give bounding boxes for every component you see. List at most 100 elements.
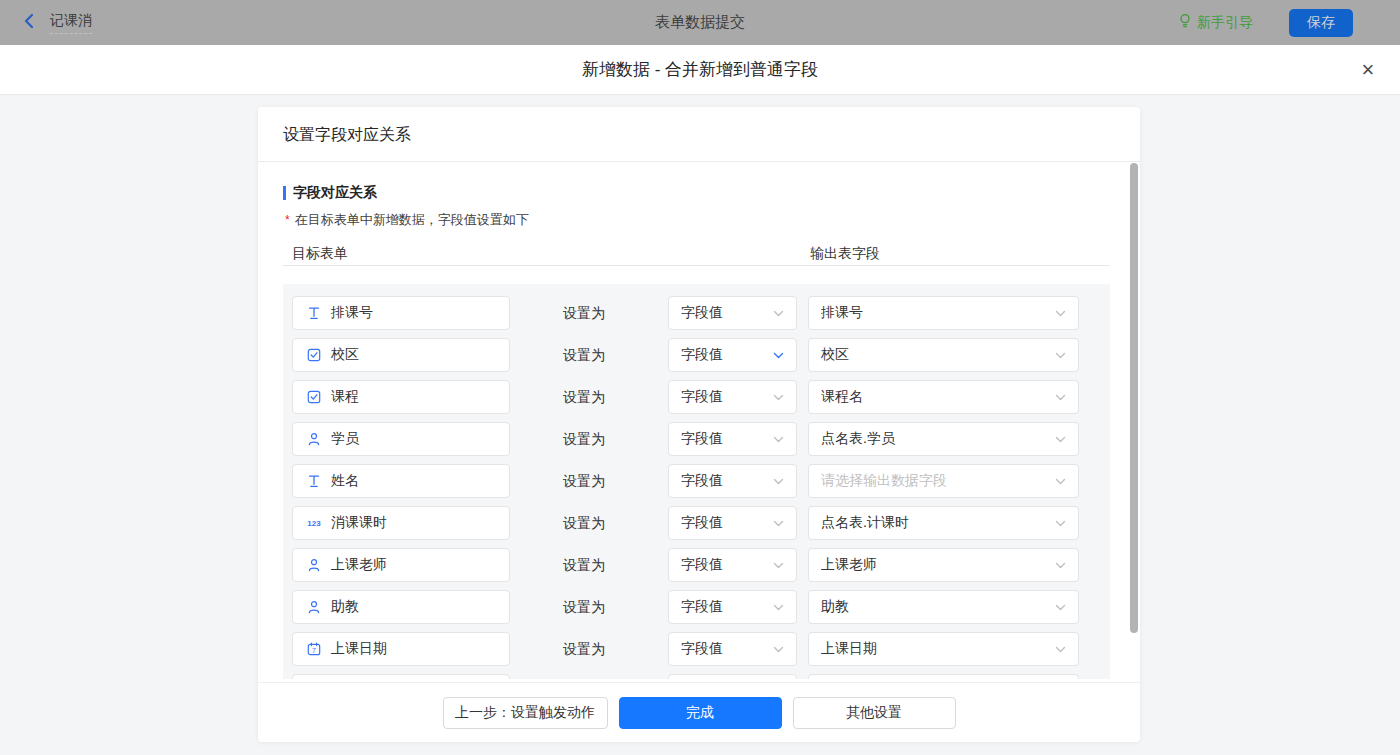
text-field-icon bbox=[305, 474, 323, 488]
save-button[interactable]: 保存 bbox=[1289, 9, 1353, 37]
beginner-guide-link[interactable]: 新手引导 bbox=[1178, 13, 1253, 32]
output-field-select-value: 上课日期 bbox=[821, 640, 1049, 658]
output-field-select-value: 助教 bbox=[821, 598, 1049, 616]
modal-header: 新增数据 - 合并新增到普通字段 × bbox=[0, 45, 1400, 95]
member-field-icon bbox=[305, 600, 323, 614]
target-field-box[interactable]: 校区 bbox=[292, 338, 510, 372]
card-footer: 上一步：设置触发动作 完成 其他设置 bbox=[258, 682, 1140, 742]
chevron-down-icon bbox=[1055, 350, 1066, 361]
target-field-label: 上课老师 bbox=[331, 556, 387, 574]
output-field-select[interactable]: 请选择输出数据字段 bbox=[808, 464, 1079, 498]
output-field-select[interactable]: 点名表.学员 bbox=[808, 422, 1079, 456]
mapping-row: 助教设置为字段值助教 bbox=[283, 590, 1110, 624]
select-field-icon bbox=[305, 390, 323, 404]
value-method-select[interactable]: 字段值 bbox=[668, 590, 797, 624]
chevron-down-icon bbox=[1055, 644, 1066, 655]
value-method-select-value: 字段值 bbox=[681, 514, 767, 532]
output-field-select-value: 排课号 bbox=[821, 304, 1049, 322]
value-method-select-value: 字段值 bbox=[681, 598, 767, 616]
target-field-box[interactable]: 学员 bbox=[292, 422, 510, 456]
scrollbar-thumb[interactable] bbox=[1130, 163, 1138, 633]
mapping-rows-panel: 排课号设置为字段值排课号校区设置为字段值校区课程设置为字段值课程名学员设置为字段… bbox=[283, 284, 1110, 679]
set-as-label: 设置为 bbox=[563, 548, 605, 582]
output-field-select-value: 点名表.学员 bbox=[821, 430, 1049, 448]
value-method-select-value: 字段值 bbox=[681, 304, 767, 322]
value-method-select[interactable]: 字段值 bbox=[668, 422, 797, 456]
close-icon[interactable]: × bbox=[1352, 54, 1384, 86]
chevron-down-icon bbox=[1055, 518, 1066, 529]
member-field-icon bbox=[305, 558, 323, 572]
output-field-select[interactable]: 点名表.计课时 bbox=[808, 506, 1079, 540]
value-method-select-value: 字段值 bbox=[681, 640, 767, 658]
target-field-box[interactable]: 7上课日期 bbox=[292, 632, 510, 666]
value-method-select-value: 字段值 bbox=[681, 556, 767, 574]
target-field-box[interactable]: 上课老师 bbox=[292, 548, 510, 582]
other-settings-button[interactable]: 其他设置 bbox=[793, 697, 956, 729]
output-field-select[interactable]: 上课日期 bbox=[808, 632, 1079, 666]
chevron-down-icon bbox=[773, 434, 784, 445]
mapping-row: 排课号设置为字段值排课号 bbox=[283, 296, 1110, 330]
output-field-select[interactable]: 课程名 bbox=[808, 380, 1079, 414]
output-field-select[interactable]: 排课号 bbox=[808, 296, 1079, 330]
section-title: 字段对应关系 bbox=[293, 184, 377, 202]
modal-title: 新增数据 - 合并新增到普通字段 bbox=[0, 45, 1400, 95]
mapping-row: 上课老师 设置为 字段值 上课老师 bbox=[283, 548, 1110, 582]
target-field-label: 学员 bbox=[331, 430, 359, 448]
mapping-row: 校区 设置为 字段值 校区 bbox=[283, 338, 1110, 372]
mapping-row: 123消课课时设置为字段值点名表.计课时 bbox=[283, 506, 1110, 540]
output-field-select[interactable]: 校区 bbox=[808, 338, 1079, 372]
value-method-select[interactable]: 字段值 bbox=[668, 464, 797, 498]
target-field-label: 消课课时 bbox=[331, 514, 387, 532]
value-method-select[interactable]: 字段值 bbox=[668, 338, 797, 372]
section-note: *在目标表单中新增数据，字段值设置如下 bbox=[283, 211, 1110, 229]
mapping-row: 姓名设置为字段值请选择输出数据字段 bbox=[283, 464, 1110, 498]
target-field-label: 校区 bbox=[331, 346, 359, 364]
output-field-select-value: 上课老师 bbox=[821, 556, 1049, 574]
value-method-select[interactable]: 字段值 bbox=[668, 296, 797, 330]
value-method-select[interactable] bbox=[668, 674, 797, 679]
target-field-box[interactable]: 姓名 bbox=[292, 464, 510, 498]
target-field-box[interactable]: 123 消课课时 bbox=[292, 506, 510, 540]
target-field-label: 排课号 bbox=[331, 304, 373, 322]
set-as-label: 设置为 bbox=[563, 380, 605, 414]
value-method-select-value: 字段值 bbox=[681, 388, 767, 406]
mapping-row: 课程 设置为 字段值 课程名 bbox=[283, 380, 1110, 414]
topbar: 记课消 表单数据提交 新手引导 保存 bbox=[0, 0, 1400, 45]
output-field-select-value: 校区 bbox=[821, 346, 1049, 364]
output-field-select[interactable] bbox=[808, 674, 1079, 679]
output-field-select[interactable]: 助教 bbox=[808, 590, 1079, 624]
value-method-select[interactable]: 字段值 bbox=[668, 548, 797, 582]
value-method-select-value: 字段值 bbox=[681, 430, 767, 448]
chevron-down-icon bbox=[1055, 476, 1066, 487]
mapping-row bbox=[283, 674, 1110, 679]
guide-label: 新手引导 bbox=[1197, 14, 1253, 32]
target-field-box[interactable]: 助教 bbox=[292, 590, 510, 624]
value-method-select[interactable]: 字段值 bbox=[668, 506, 797, 540]
set-as-label: 设置为 bbox=[563, 338, 605, 372]
card-header-title: 设置字段对应关系 bbox=[258, 107, 1140, 162]
member-field-icon bbox=[305, 432, 323, 446]
previous-step-button[interactable]: 上一步：设置触发动作 bbox=[443, 697, 608, 729]
output-field-select-value: 请选择输出数据字段 bbox=[821, 472, 1049, 490]
number-field-icon: 123 bbox=[305, 516, 323, 530]
target-field-label: 助教 bbox=[331, 598, 359, 616]
target-field-box[interactable] bbox=[292, 674, 510, 679]
value-method-select[interactable]: 字段值 bbox=[668, 632, 797, 666]
target-field-box[interactable]: 课程 bbox=[292, 380, 510, 414]
value-method-select[interactable]: 字段值 bbox=[668, 380, 797, 414]
chevron-down-icon bbox=[1055, 602, 1066, 613]
output-field-select[interactable]: 上课老师 bbox=[808, 548, 1079, 582]
target-field-box[interactable]: 排课号 bbox=[292, 296, 510, 330]
chevron-down-icon bbox=[1055, 392, 1066, 403]
target-field-label: 上课日期 bbox=[331, 640, 387, 658]
value-method-select-value: 字段值 bbox=[681, 472, 767, 490]
mapping-row: 7上课日期设置为字段值上课日期 bbox=[283, 632, 1110, 666]
column-header-target-form: 目标表单 bbox=[292, 245, 348, 263]
svg-text:123: 123 bbox=[307, 519, 321, 528]
output-field-select-value: 课程名 bbox=[821, 388, 1049, 406]
text-field-icon bbox=[305, 306, 323, 320]
chevron-down-icon bbox=[773, 518, 784, 529]
done-button[interactable]: 完成 bbox=[619, 697, 782, 729]
chevron-down-icon bbox=[1055, 434, 1066, 445]
field-mapping-card: 设置字段对应关系 字段对应关系 *在目标表单中新增数据，字段值设置如下 目标表单… bbox=[258, 107, 1140, 742]
